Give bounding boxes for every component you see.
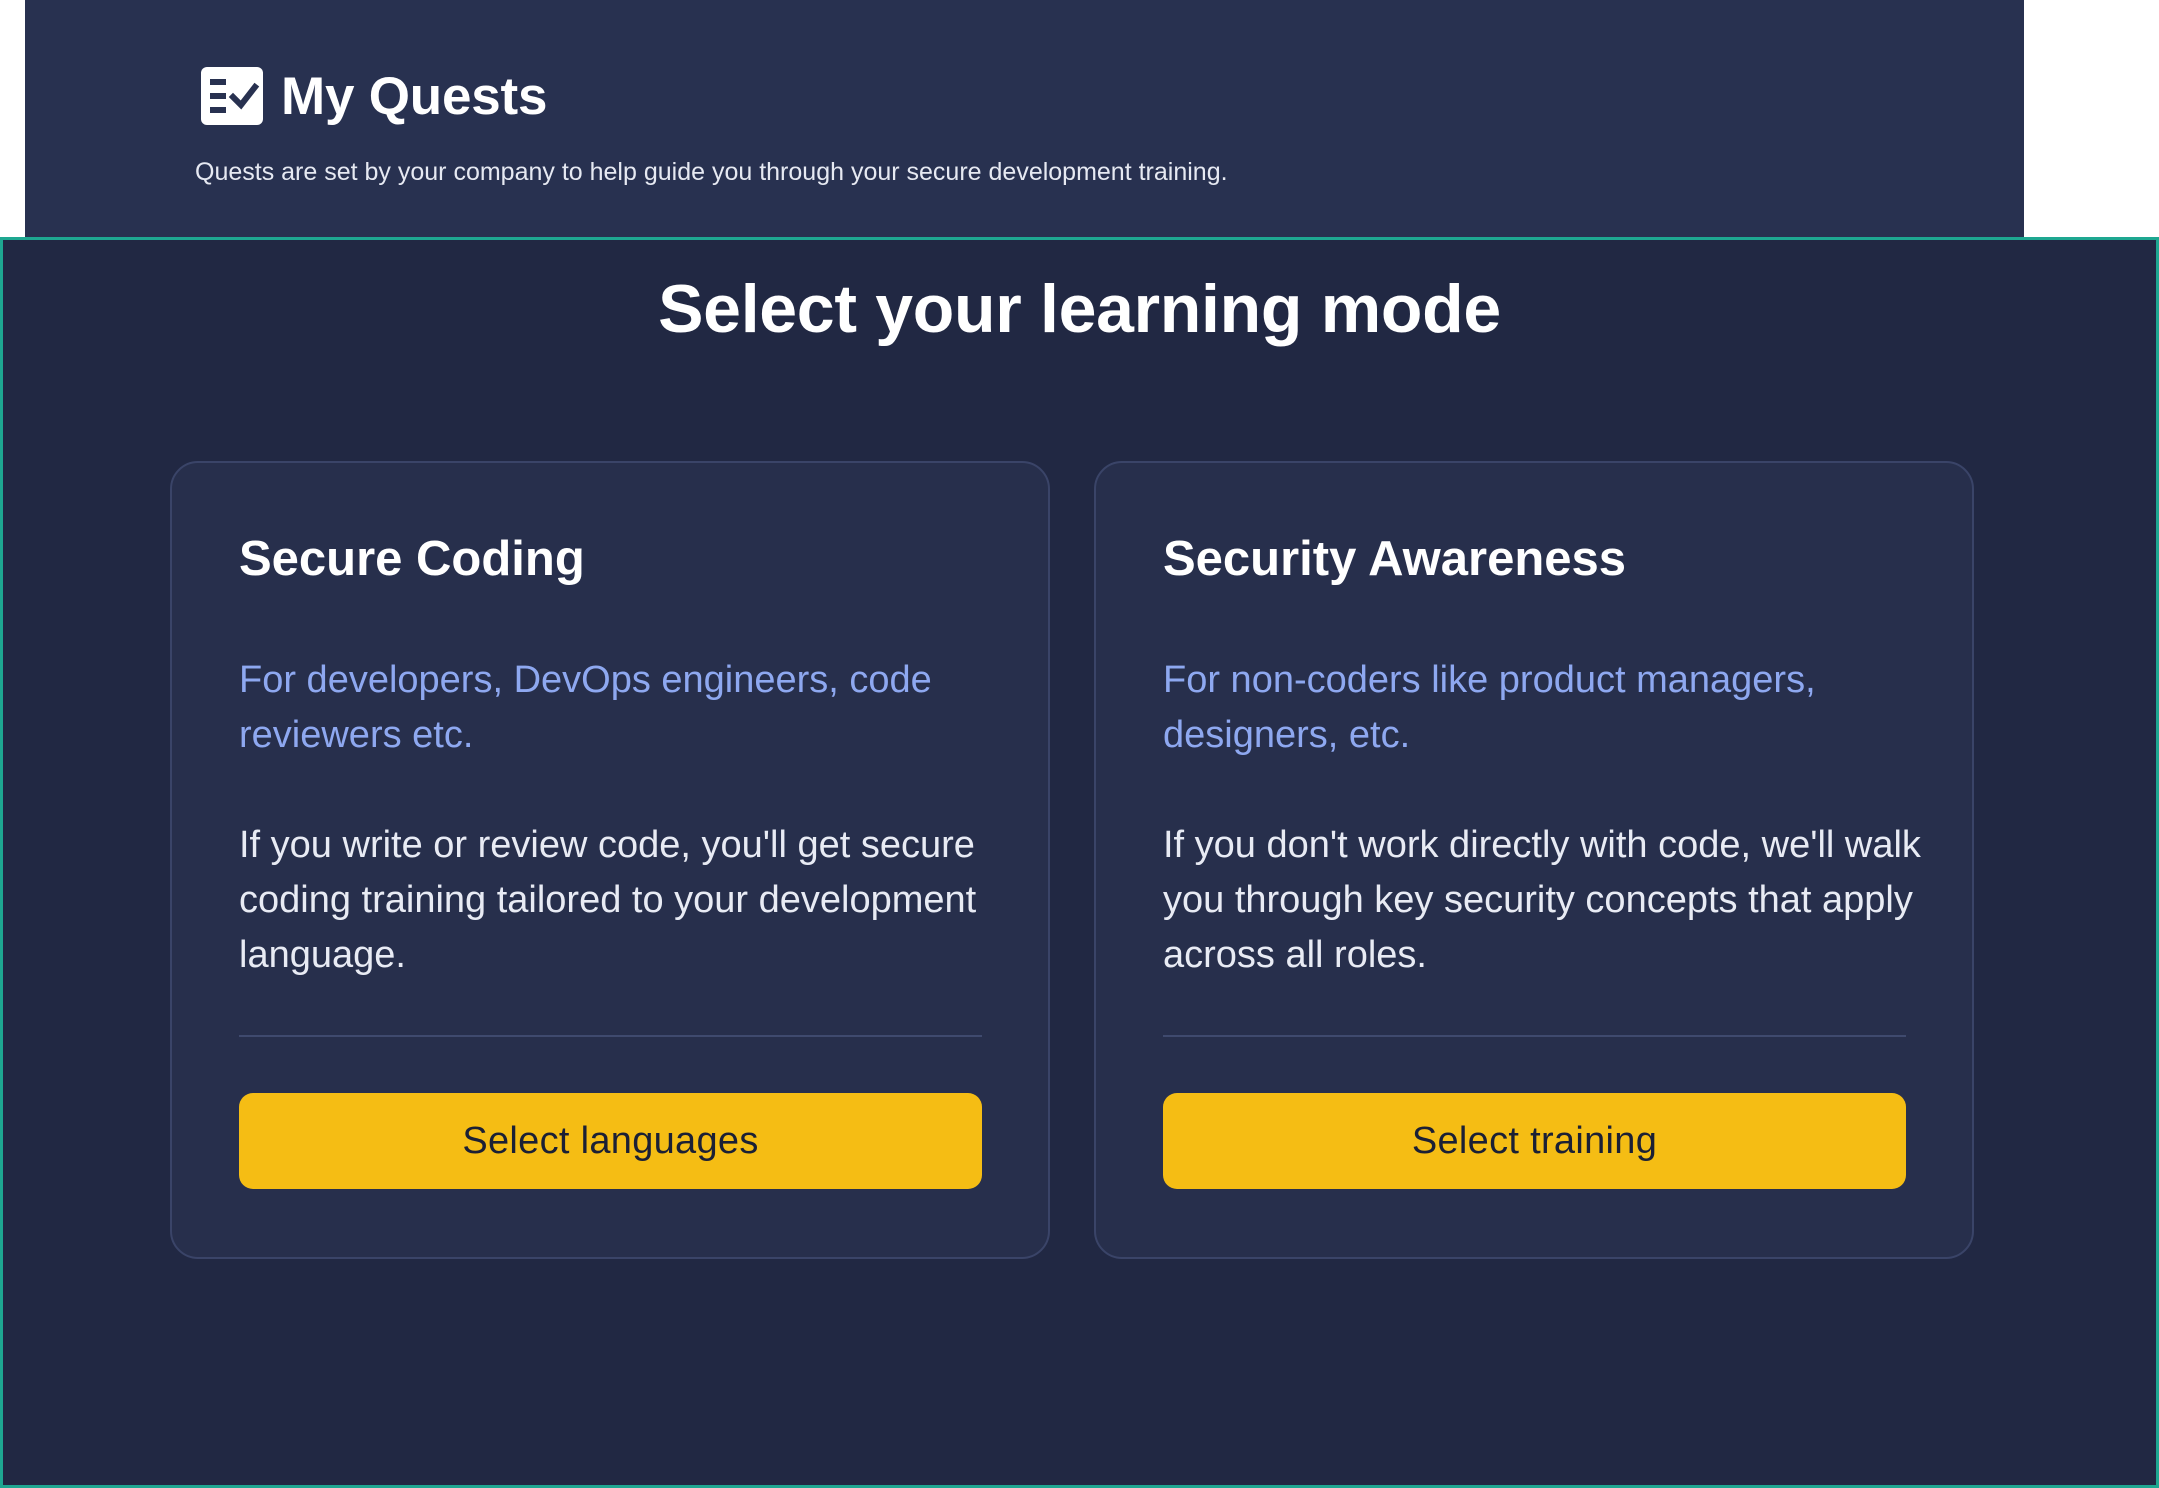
page-title: My Quests [281, 66, 548, 126]
select-training-button[interactable]: Select training [1163, 1093, 1906, 1189]
modal-title: Select your learning mode [658, 271, 1501, 347]
learning-mode-modal: Select your learning mode Secure Coding … [0, 237, 2159, 1488]
security-awareness-card: Security Awareness For non-coders like p… [1094, 461, 1974, 1259]
card-audience: For developers, DevOps engineers, code r… [239, 659, 932, 756]
page-title-row: My Quests [201, 60, 547, 132]
card-description: If you don't work directly with code, we… [1163, 824, 1921, 976]
select-languages-button[interactable]: Select languages [239, 1093, 982, 1189]
page-subtitle: Quests are set by your company to help g… [195, 158, 1228, 186]
card-title: Secure Coding [239, 532, 585, 586]
card-audience: For non-coders like product managers, de… [1163, 659, 1816, 756]
secure-coding-card: Secure Coding For developers, DevOps eng… [170, 461, 1050, 1259]
quests-header: My Quests Quests are set by your company… [25, 0, 2024, 237]
card-divider [239, 1035, 982, 1037]
card-divider [1163, 1035, 1906, 1037]
card-description: If you write or review code, you'll get … [239, 824, 977, 976]
checklist-icon [201, 67, 263, 125]
card-title: Security Awareness [1163, 532, 1627, 586]
